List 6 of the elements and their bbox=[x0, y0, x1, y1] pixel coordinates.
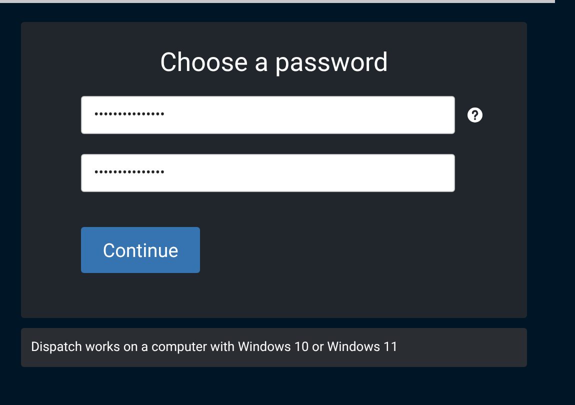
notice-text: Dispatch works on a computer with Windows 10 or Windows 11 bbox=[31, 340, 398, 355]
password-field[interactable]: ••••••••••••••• bbox=[81, 154, 455, 192]
password-field[interactable]: ••••••••••••••• bbox=[81, 96, 455, 134]
help-icon[interactable] bbox=[467, 107, 483, 123]
form-title: Choose a password bbox=[158, 47, 390, 79]
continue-button[interactable]: Continue bbox=[81, 227, 200, 273]
